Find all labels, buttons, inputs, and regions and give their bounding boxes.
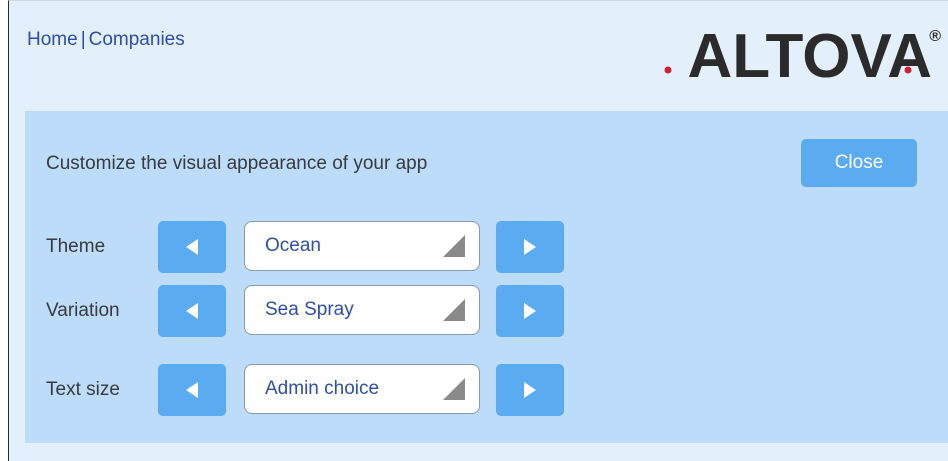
theme-next-button[interactable] [496, 221, 564, 273]
variation-select[interactable]: Sea Spray [244, 285, 480, 335]
triangle-left-icon [186, 382, 198, 398]
triangle-right-icon [524, 303, 536, 319]
app-frame: Home | Companies ALTOVA ® Customize the vi… [8, 0, 948, 461]
dropdown-corner-icon [443, 378, 465, 400]
appearance-panel: Customize the visual appearance of your … [25, 111, 948, 443]
dropdown-corner-icon [443, 235, 465, 257]
text-size-next-button[interactable] [496, 364, 564, 416]
variation-row: Variation Sea Spray [25, 285, 625, 341]
theme-select-value: Ocean [265, 235, 321, 256]
breadcrumb-home-link[interactable]: Home [27, 29, 78, 50]
theme-label: Theme [46, 236, 106, 257]
triangle-left-icon [186, 303, 198, 319]
theme-row: Theme Ocean [25, 221, 625, 277]
variation-select-value: Sea Spray [265, 299, 354, 320]
triangle-right-icon [524, 239, 536, 255]
breadcrumb-companies-link[interactable]: Companies [89, 29, 185, 50]
close-button[interactable]: Close [801, 139, 917, 187]
logo-text: ALTOVA [687, 22, 932, 85]
variation-next-button[interactable] [496, 285, 564, 337]
text-size-label: Text size [46, 379, 120, 400]
breadcrumb-separator: | [80, 29, 86, 50]
text-size-select[interactable]: Admin choice [244, 364, 480, 414]
logo-registered-mark: ® [929, 28, 941, 45]
altova-logo: ALTOVA ® [664, 22, 941, 85]
variation-label: Variation [46, 300, 120, 321]
breadcrumb: Home | Companies [27, 29, 185, 51]
triangle-right-icon [524, 382, 536, 398]
variation-prev-button[interactable] [158, 285, 226, 337]
text-size-prev-button[interactable] [158, 364, 226, 416]
logo-red-dot [904, 66, 912, 74]
theme-select[interactable]: Ocean [244, 221, 480, 271]
triangle-left-icon [186, 239, 198, 255]
panel-intro-text: Customize the visual appearance of your … [46, 153, 428, 174]
theme-prev-button[interactable] [158, 221, 226, 273]
logo-red-dot [664, 66, 672, 74]
text-size-row: Text size Admin choice [25, 364, 625, 420]
text-size-select-value: Admin choice [265, 378, 380, 399]
dropdown-corner-icon [443, 299, 465, 321]
